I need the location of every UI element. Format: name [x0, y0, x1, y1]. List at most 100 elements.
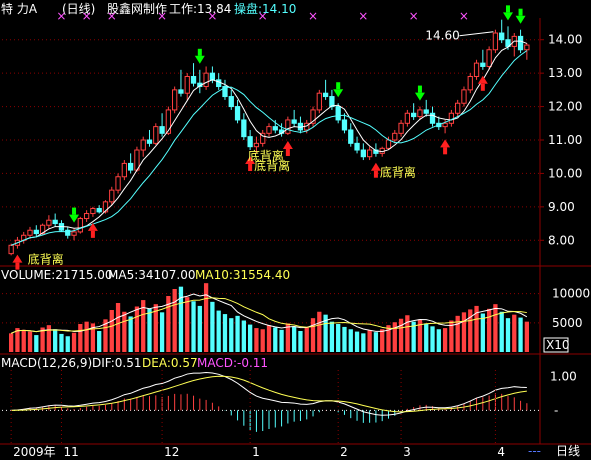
volume-bar	[71, 332, 77, 352]
candle-body	[90, 208, 96, 215]
price-tick-label: 14.00	[548, 33, 582, 47]
volume-bar	[172, 289, 177, 352]
candle-body	[115, 176, 121, 191]
volume-ma5-label: MA5:34107.00	[108, 268, 196, 282]
candle-body	[65, 229, 71, 236]
buy-arrow-icon	[282, 140, 293, 149]
volume-bar	[178, 286, 184, 352]
volume-bar	[354, 331, 360, 352]
macd-tick-label: -	[554, 403, 558, 417]
volume-bar	[9, 333, 14, 352]
x-axis-end-marker: ---	[528, 444, 541, 458]
volume-bar	[380, 329, 385, 352]
volume-bar	[46, 325, 52, 352]
volume-bar	[461, 312, 467, 352]
macd-dif-label: DIF:0.51	[92, 356, 142, 370]
volume-tick-label: 5000	[552, 316, 583, 330]
candle-body	[322, 92, 329, 98]
candle-body	[33, 229, 39, 235]
volume-bar	[260, 329, 265, 352]
candle-body	[366, 149, 373, 158]
macd-dea-label: DEA:0.57	[142, 356, 198, 370]
volume-bar	[65, 336, 70, 352]
candle-body	[27, 229, 33, 236]
candle-body	[241, 119, 247, 138]
peak-pointer	[459, 31, 494, 37]
candle-body	[524, 44, 530, 51]
candle-body	[121, 162, 127, 178]
x-axis-label: 3	[403, 445, 411, 459]
volume-bar	[499, 311, 504, 352]
marker-x-icon: ×	[358, 9, 368, 23]
candle-body	[285, 119, 291, 134]
candle-body	[253, 142, 260, 148]
volume-bar	[134, 306, 140, 352]
volume-bar	[216, 310, 221, 352]
volume-bar	[405, 315, 410, 352]
candle-body	[209, 72, 216, 81]
sell-arrow-icon	[515, 15, 526, 24]
candle-body	[184, 75, 190, 94]
x-axis-label: 1	[252, 445, 260, 459]
volume-bar	[84, 321, 89, 352]
buy-arrow-icon	[12, 254, 23, 263]
volume-bar	[298, 331, 303, 352]
price-tick-label: 8.00	[548, 233, 575, 247]
buy-arrow-icon	[477, 75, 488, 84]
candle-body	[77, 218, 83, 233]
candle-body	[140, 139, 146, 151]
candle-body	[153, 126, 159, 144]
volume-bar	[273, 327, 278, 352]
candle-body	[46, 219, 52, 226]
macd-tick-label: 1.00	[550, 370, 577, 384]
candle-body	[172, 89, 178, 111]
volume-bar	[367, 330, 372, 352]
candle-body	[341, 119, 348, 131]
volume-bar	[109, 310, 114, 352]
sell-arrow-icon	[333, 89, 344, 98]
sell-arrow-icon-shaft	[417, 85, 422, 93]
divergence-annotation: 底背离	[28, 252, 64, 267]
candle-body	[52, 219, 58, 225]
macd-title: MACD(12,26,9)	[1, 356, 93, 370]
volume-bar	[34, 335, 39, 352]
candle-body	[203, 72, 209, 88]
volume-bar	[235, 315, 240, 352]
volume-bar	[512, 314, 517, 352]
candle-body	[178, 89, 184, 94]
kline-chart: 14.0013.0012.0011.0010.009.008.00底背离底背离底…	[0, 5, 591, 459]
volume-bar	[122, 311, 127, 352]
candle-body	[354, 142, 360, 151]
marker-x-icon: ×	[56, 9, 66, 23]
volume-scale-label: X10	[546, 338, 570, 352]
x-axis-label: 4	[497, 445, 505, 459]
volume-bar	[115, 303, 121, 352]
candle-body	[8, 244, 14, 255]
divergence-annotation: 底背离	[254, 158, 290, 173]
volume-tick-label: 10000	[552, 287, 590, 301]
volume-bar	[266, 325, 272, 352]
volume-bar	[518, 317, 523, 352]
macd-value-label: MACD:-0.11	[197, 356, 269, 370]
daily-tab[interactable]: 日线	[556, 444, 580, 458]
candle-body	[266, 126, 272, 134]
candle-body	[291, 119, 297, 124]
volume-bar	[524, 321, 529, 352]
sell-arrow-icon	[414, 92, 425, 101]
candle-body	[486, 49, 492, 67]
volume-bar	[342, 326, 347, 352]
volume-bar	[21, 329, 26, 352]
volume-bar	[197, 305, 202, 352]
candle-body	[83, 213, 90, 220]
price-tick-label: 11.00	[548, 133, 582, 147]
peak-price-label: 14.60	[425, 29, 459, 43]
volume-bar	[493, 304, 498, 352]
price-tick-label: 10.00	[548, 166, 582, 180]
candle-body	[247, 136, 253, 148]
volume-bar	[430, 326, 435, 352]
volume-ma10-label: MA10:31554.40	[195, 268, 291, 282]
candle-body	[360, 149, 366, 158]
volume-bar	[292, 326, 297, 352]
candle-body	[190, 75, 197, 84]
volume-bar	[436, 329, 441, 352]
